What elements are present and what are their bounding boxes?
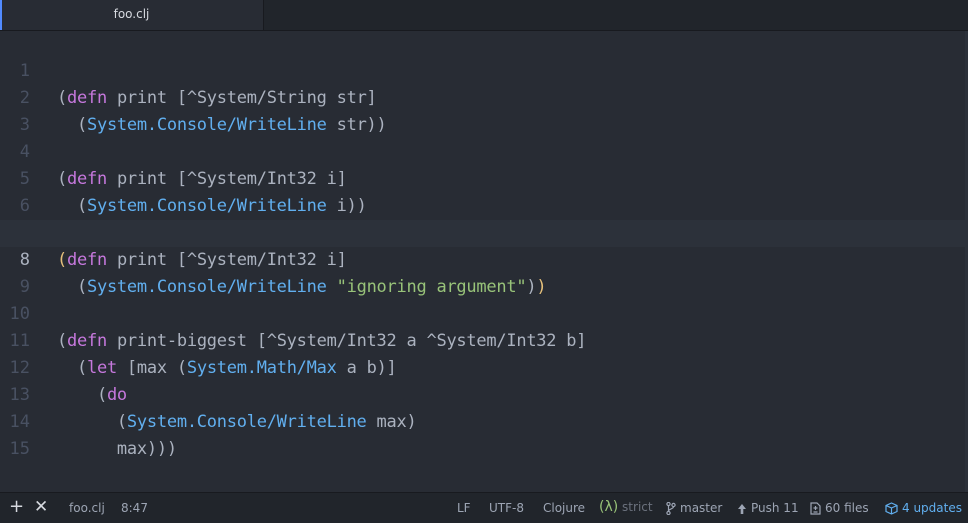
status-grammar[interactable]: Clojure: [543, 501, 585, 515]
line-number: 15: [9, 439, 30, 459]
code-line[interactable]: 13 (System.Console/WriteLine max): [0, 355, 968, 432]
status-branch[interactable]: master: [666, 501, 722, 515]
code-line-active[interactable]: 8 (System.Console/WriteLine "ignoring ar…: [0, 220, 968, 297]
tab-title: foo.clj: [113, 7, 150, 21]
status-line-ending[interactable]: LF: [457, 501, 471, 515]
status-paredit[interactable]: (λ) strict: [599, 499, 653, 515]
arrow-up-icon: [738, 504, 746, 514]
file-diff-icon: [810, 502, 821, 515]
status-cursor-position[interactable]: 8:47: [121, 501, 148, 515]
status-encoding[interactable]: UTF-8: [489, 501, 524, 515]
lambda-icon: (λ): [599, 499, 619, 515]
code-line[interactable]: 4 (defn print [^System/Int32 i]: [0, 112, 968, 189]
updates-count: 4 updates: [902, 501, 962, 515]
close-icon[interactable]: ✕: [34, 498, 48, 516]
package-icon: [885, 502, 898, 515]
code-editor[interactable]: 1 (defn print [^System/String str] 2 (Sy…: [0, 31, 968, 492]
status-file-name[interactable]: foo.clj: [69, 501, 105, 515]
branch-name: master: [680, 501, 723, 515]
code-line[interactable]: 10 (defn print-biggest [^System/Int32 a …: [0, 274, 968, 351]
files-count: 60 files: [825, 501, 869, 515]
code-line[interactable]: 14 max))): [0, 382, 968, 459]
status-files[interactable]: 60 files: [810, 501, 869, 515]
tab-foo-clj[interactable]: foo.clj: [0, 0, 264, 30]
status-updates[interactable]: 4 updates: [885, 501, 962, 515]
code-line[interactable]: 12 (do: [0, 328, 968, 405]
code-text: max))): [57, 439, 177, 459]
code-line[interactable]: 6: [0, 166, 968, 216]
code-line[interactable]: 3: [0, 85, 968, 135]
code-line[interactable]: 1 (defn print [^System/String str]: [0, 31, 968, 108]
git-branch-icon: [666, 502, 676, 515]
tab-bar: foo.clj: [0, 0, 968, 31]
code-line[interactable]: 5 (System.Console/WriteLine i)): [0, 139, 968, 216]
status-push[interactable]: Push 11: [737, 501, 799, 515]
code-line[interactable]: 7 (defn print [^System/Int32 i]: [0, 193, 968, 270]
push-count: Push 11: [751, 501, 799, 515]
code-line[interactable]: 11 (let [max (System.Math/Max a b)]: [0, 301, 968, 378]
add-icon[interactable]: +: [9, 498, 24, 516]
status-bar: + ✕ foo.clj 8:47 LF UTF-8 Clojure (λ) st…: [0, 492, 968, 523]
editor-window: foo.clj 1 (defn print [^System/String st…: [0, 0, 968, 523]
code-line[interactable]: 15: [0, 409, 968, 459]
code-line[interactable]: 2 (System.Console/WriteLine str)): [0, 58, 968, 135]
status-mode: strict: [622, 500, 653, 514]
code-line[interactable]: 9: [0, 247, 968, 297]
